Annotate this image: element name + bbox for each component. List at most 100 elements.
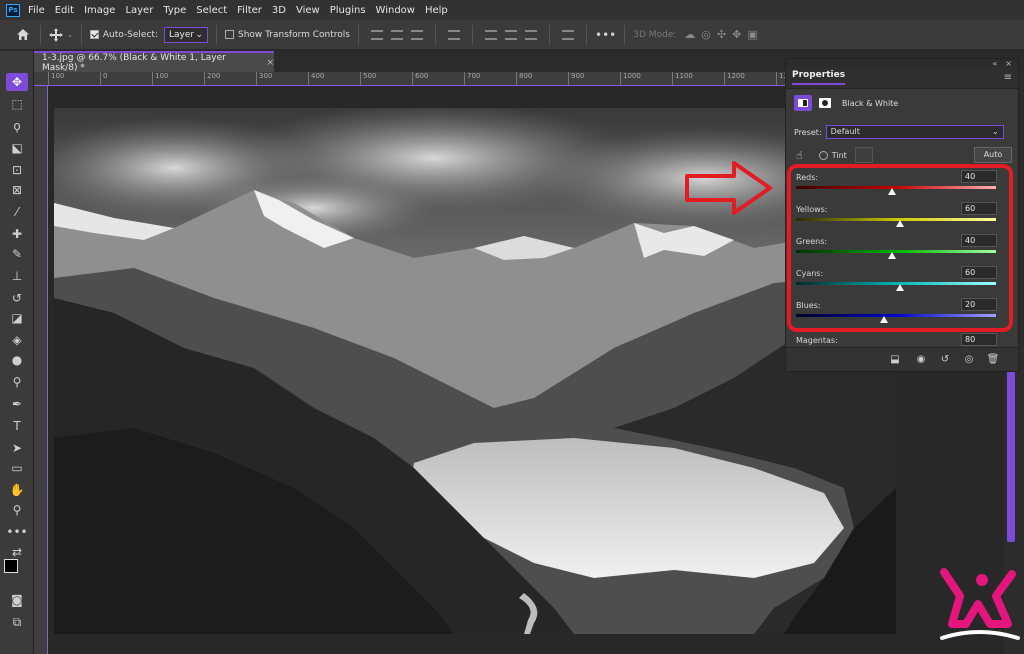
align-top-icon[interactable]	[484, 29, 497, 40]
preset-dropdown[interactable]: Default ⌄	[825, 125, 1004, 139]
menu-plugins[interactable]: Plugins	[330, 5, 366, 16]
align-middle-icon[interactable]	[504, 29, 517, 40]
ruler-tick-label: 300	[256, 72, 272, 85]
annotation-highlight-box	[787, 164, 1013, 332]
menu-select[interactable]: Select	[196, 5, 227, 16]
dodge-tool-icon[interactable]: ⚲	[6, 373, 28, 391]
close-icon[interactable]: ×	[1005, 59, 1012, 68]
trash-icon[interactable]: 🗑	[986, 353, 1000, 367]
auto-select-checkbox[interactable]	[89, 30, 99, 39]
3d-drag-icon[interactable]: ✣	[717, 28, 726, 41]
brush-tool-icon[interactable]: ✎	[6, 245, 28, 263]
rectangle-tool-icon[interactable]: ▭	[6, 459, 28, 477]
preset-label: Preset:	[794, 127, 822, 137]
clip-to-layer-icon[interactable]: ⬓	[888, 353, 902, 367]
divider	[40, 24, 41, 45]
align-center-icon[interactable]	[390, 29, 403, 40]
ruler-tick-label: 100	[152, 72, 168, 85]
object-selection-tool-icon[interactable]: ⬕	[6, 139, 28, 157]
photoshop-logo-icon: Ps	[6, 3, 20, 17]
foreground-color-swatch[interactable]	[4, 559, 18, 573]
menu-edit[interactable]: Edit	[55, 5, 74, 16]
ruler-tick-label: 200	[204, 72, 220, 85]
menu-file[interactable]: File	[28, 5, 45, 16]
divider	[585, 24, 587, 45]
adjustment-icon[interactable]	[794, 95, 812, 111]
blur-tool-icon[interactable]: ●	[6, 351, 28, 369]
panel-menu-icon[interactable]: ≡	[1004, 72, 1012, 83]
history-brush-tool-icon[interactable]: ↺	[6, 289, 28, 307]
document-tab[interactable]: 1-3.jpg @ 66.7% (Black & White 1, Layer …	[34, 51, 274, 73]
properties-title[interactable]: Properties	[792, 70, 846, 85]
menu-window[interactable]: Window	[376, 5, 415, 16]
3d-slide-icon[interactable]: ✥	[732, 28, 741, 41]
edit-toolbar-icon[interactable]: •••	[6, 523, 28, 541]
hand-tool-icon[interactable]: ✋	[6, 481, 28, 499]
align-left-icon[interactable]	[370, 29, 383, 40]
align-right-icon[interactable]	[410, 29, 423, 40]
menu-filter[interactable]: Filter	[237, 5, 262, 16]
home-icon[interactable]	[14, 28, 32, 41]
menu-help[interactable]: Help	[425, 5, 448, 16]
ruler-tick-label: 400	[308, 72, 324, 85]
menu-3d[interactable]: 3D	[272, 5, 286, 16]
healing-brush-tool-icon[interactable]: ✚	[6, 225, 28, 243]
ruler-tick-label: 1100	[672, 72, 693, 85]
auto-button[interactable]: Auto	[974, 147, 1012, 163]
move-tool-icon[interactable]: ⌄	[49, 27, 73, 42]
3d-camera-icon[interactable]: ▣	[747, 28, 757, 41]
3d-roll-icon[interactable]: ◎	[701, 28, 711, 41]
properties-header: Properties ≡	[786, 67, 1018, 89]
show-transform-checkbox[interactable]	[224, 30, 234, 39]
tint-checkbox[interactable]	[818, 150, 828, 160]
quick-mask-icon[interactable]: ◙	[6, 591, 28, 609]
lasso-tool-icon[interactable]: ϙ	[6, 117, 28, 135]
zoom-tool-icon[interactable]: ⚲	[6, 501, 28, 519]
targeted-adjustment-icon[interactable]: ☝	[796, 149, 803, 162]
chevron-down-icon: ⌄	[991, 127, 999, 136]
menu-layer[interactable]: Layer	[125, 5, 153, 16]
frame-tool-icon[interactable]: ⊠	[6, 181, 28, 199]
properties-footer: ⬓ ◉ ↺ ◎ 🗑	[786, 347, 1018, 371]
menu-type[interactable]: Type	[163, 5, 186, 16]
visibility-eye-icon[interactable]: ◎	[962, 353, 976, 367]
tint-color-swatch[interactable]	[854, 147, 873, 163]
screen-mode-icon[interactable]: ⧉	[6, 613, 28, 631]
divider	[624, 24, 626, 45]
magentas-value-input[interactable]: 80	[961, 333, 997, 346]
close-icon[interactable]: ×	[266, 58, 274, 68]
distribute-icon[interactable]	[447, 29, 460, 40]
annotation-arrow-icon	[685, 161, 772, 215]
ruler-tick-label: 100	[48, 72, 64, 85]
divider	[548, 24, 550, 45]
move-tool-icon[interactable]: ✥	[6, 73, 28, 91]
align-bottom-icon[interactable]	[524, 29, 537, 40]
clone-stamp-tool-icon[interactable]: ⊥	[6, 267, 28, 285]
mask-icon[interactable]	[816, 95, 834, 111]
path-selection-tool-icon[interactable]: ➤	[6, 439, 28, 457]
magentas-label: Magentas:	[796, 336, 838, 345]
menu-image[interactable]: Image	[84, 5, 115, 16]
pen-tool-icon[interactable]: ✒	[6, 395, 28, 413]
reset-icon[interactable]: ↺	[938, 353, 952, 367]
distribute-vertical-icon[interactable]	[561, 29, 574, 40]
3d-orbit-icon[interactable]: ☁	[684, 28, 695, 41]
divider	[215, 24, 217, 45]
auto-select-dropdown[interactable]: Layer ⌄	[163, 26, 208, 43]
ruler-tick-label: 600	[412, 72, 428, 85]
paint-bucket-tool-icon[interactable]: ◈	[6, 331, 28, 349]
more-options-icon[interactable]: •••	[595, 28, 616, 42]
options-bar: ⌄ Auto-Select: Layer ⌄ Show Transform Con…	[0, 20, 1024, 50]
ruler-tick-label: 500	[360, 72, 376, 85]
divider	[471, 24, 473, 45]
crop-tool-icon[interactable]: ⊡	[6, 161, 28, 179]
ruler-tick-label: 0	[100, 72, 107, 85]
marquee-tool-icon[interactable]: ⬚	[6, 95, 28, 113]
eyedropper-tool-icon[interactable]: ⁄	[6, 203, 28, 221]
view-previous-state-icon[interactable]: ◉	[914, 353, 928, 367]
panel-topbar: « ×	[786, 59, 1018, 68]
collapse-icon[interactable]: «	[992, 59, 997, 68]
type-tool-icon[interactable]: T	[6, 417, 28, 435]
menu-view[interactable]: View	[296, 5, 320, 16]
eraser-tool-icon[interactable]: ◪	[6, 309, 28, 327]
